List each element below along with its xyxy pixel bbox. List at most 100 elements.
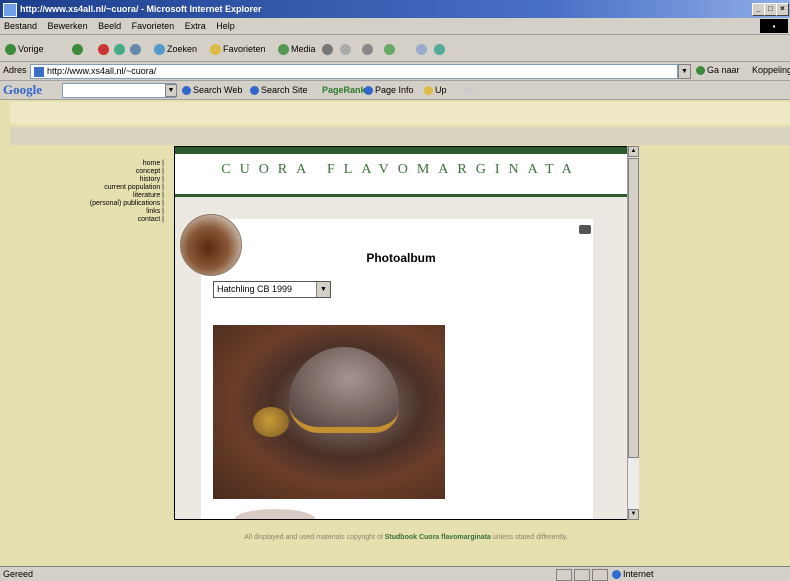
toolbar: Vorige Zoeken Favorieten Media: [0, 35, 790, 62]
highlight-button[interactable]: [464, 84, 475, 97]
scroll-down-button[interactable]: ▼: [628, 509, 639, 520]
site-banner: CUORA FLAVOMARGINATA: [175, 147, 627, 197]
search-site-button[interactable]: Search Site: [250, 84, 308, 97]
google-search-dropdown[interactable]: ▼: [165, 84, 177, 97]
stop-button[interactable]: [96, 42, 113, 56]
back-button[interactable]: Vorige: [3, 42, 46, 56]
history-icon: [322, 44, 333, 56]
page-heading: Photoalbum: [366, 251, 436, 265]
menu-view[interactable]: Beeld: [94, 18, 125, 34]
content-frame: CUORA FLAVOMARGINATA Photoalbum Hatchlin…: [174, 146, 628, 520]
status-bar: Gereed Internet: [0, 566, 790, 581]
status-pane: [592, 569, 608, 581]
menu-bar: Bestand Bewerken Beeld Favorieten Extra …: [0, 18, 790, 35]
address-url: http://www.xs4all.nl/~cuora/: [47, 66, 157, 76]
stop-icon: [98, 44, 109, 56]
ie-icon: [3, 3, 17, 17]
nav-link-history[interactable]: history |: [0, 176, 168, 184]
nav-link-home[interactable]: home |: [0, 160, 168, 168]
refresh-icon: [114, 44, 125, 56]
menu-file[interactable]: Bestand: [0, 18, 41, 34]
search-web-icon: [182, 86, 191, 96]
address-bar: Adres http://www.xs4all.nl/~cuora/ ▼ Ga …: [0, 62, 790, 81]
frame-scrollbar[interactable]: ▲ ▼: [627, 146, 639, 520]
search-site-icon: [250, 86, 259, 96]
chevron-down-icon: ▼: [316, 282, 330, 297]
nav-link-contact[interactable]: contact |: [0, 216, 168, 224]
discuss-button[interactable]: [414, 42, 431, 56]
refresh-button[interactable]: [112, 42, 129, 56]
footer-text: All displayed and used materials copyrig…: [244, 534, 383, 541]
forward-button[interactable]: [70, 42, 87, 56]
footer-suffix: unless stated differently.: [492, 534, 568, 541]
home-button[interactable]: [128, 42, 145, 56]
album-select[interactable]: Hatchling CB 1999 ▼: [213, 281, 331, 298]
printer-icon[interactable]: [579, 225, 591, 234]
windows-logo-icon: ▪: [760, 19, 788, 33]
turtle-head: [253, 407, 289, 437]
header-band-secondary: [10, 127, 790, 145]
google-toolbar: Google ▼ Search Web Search Site PageRank…: [0, 81, 790, 100]
site-navigation: home | concept | history | current popul…: [0, 160, 168, 224]
page-info-button[interactable]: Page Info: [364, 84, 414, 97]
nav-link-concept[interactable]: concept |: [0, 168, 168, 176]
google-logo[interactable]: Google: [3, 82, 42, 98]
discuss-icon: [416, 44, 427, 56]
folder-icon: [424, 86, 433, 96]
turtle-shell: [289, 347, 399, 433]
edit-icon: [384, 44, 395, 56]
address-input[interactable]: http://www.xs4all.nl/~cuora/: [30, 64, 678, 79]
star-icon: [210, 44, 221, 56]
links-button[interactable]: Koppelingen: [752, 65, 790, 75]
media-icon: [278, 44, 289, 56]
highlighter-icon: [464, 86, 473, 96]
header-band: [10, 102, 790, 124]
mail-button[interactable]: [338, 42, 355, 56]
print-button[interactable]: [360, 42, 377, 56]
edit-button[interactable]: [382, 42, 399, 56]
turtle-avatar-image: [180, 214, 242, 276]
search-icon: [154, 44, 165, 56]
menu-favorites[interactable]: Favorieten: [128, 18, 179, 34]
status-pane: [556, 569, 572, 581]
menu-tools[interactable]: Extra: [181, 18, 210, 34]
pagerank-indicator[interactable]: PageRank: [322, 84, 366, 97]
nav-link-literature[interactable]: literature |: [0, 192, 168, 200]
menu-edit[interactable]: Bewerken: [44, 18, 92, 34]
close-button[interactable]: ×: [776, 3, 789, 16]
globe-icon: [612, 570, 621, 580]
scroll-thumb[interactable]: [628, 158, 639, 458]
info-icon: [364, 86, 373, 96]
nav-link-links[interactable]: links |: [0, 208, 168, 216]
history-button[interactable]: [320, 42, 337, 56]
forward-arrow-icon: [72, 44, 83, 56]
security-zone: Internet: [612, 568, 654, 580]
google-search-input[interactable]: [62, 83, 176, 98]
home-icon: [130, 44, 141, 56]
messenger-icon: [434, 44, 445, 56]
nav-link-current-population[interactable]: current population |: [0, 184, 168, 192]
window-title: http://www.xs4all.nl/~cuora/ - Microsoft…: [20, 4, 262, 14]
search-button[interactable]: Zoeken: [152, 42, 199, 56]
page-icon: [34, 66, 44, 77]
messenger-button[interactable]: [432, 42, 449, 56]
go-button[interactable]: Ga naar: [696, 65, 740, 76]
banner-title: CUORA FLAVOMARGINATA: [221, 162, 581, 177]
status-text: Gereed: [3, 569, 34, 579]
nav-link-publications[interactable]: (personal) publications |: [0, 200, 168, 208]
footer-link-studbook[interactable]: Studbook Cuora flavomarginata: [385, 534, 491, 541]
address-label: Adres: [3, 65, 27, 75]
menu-help[interactable]: Help: [212, 18, 239, 34]
go-arrow-icon: [696, 66, 705, 76]
search-web-button[interactable]: Search Web: [182, 84, 242, 97]
favorites-button[interactable]: Favorieten: [208, 42, 268, 56]
scroll-up-button[interactable]: ▲: [628, 146, 639, 157]
address-dropdown-button[interactable]: ▼: [678, 64, 691, 79]
turtle-photo: [213, 325, 445, 499]
up-button[interactable]: Up: [424, 84, 447, 97]
status-pane: [574, 569, 590, 581]
media-button[interactable]: Media: [276, 42, 318, 56]
mail-icon: [340, 44, 351, 56]
printer-icon: [362, 44, 373, 56]
album-select-value: Hatchling CB 1999: [217, 284, 293, 294]
